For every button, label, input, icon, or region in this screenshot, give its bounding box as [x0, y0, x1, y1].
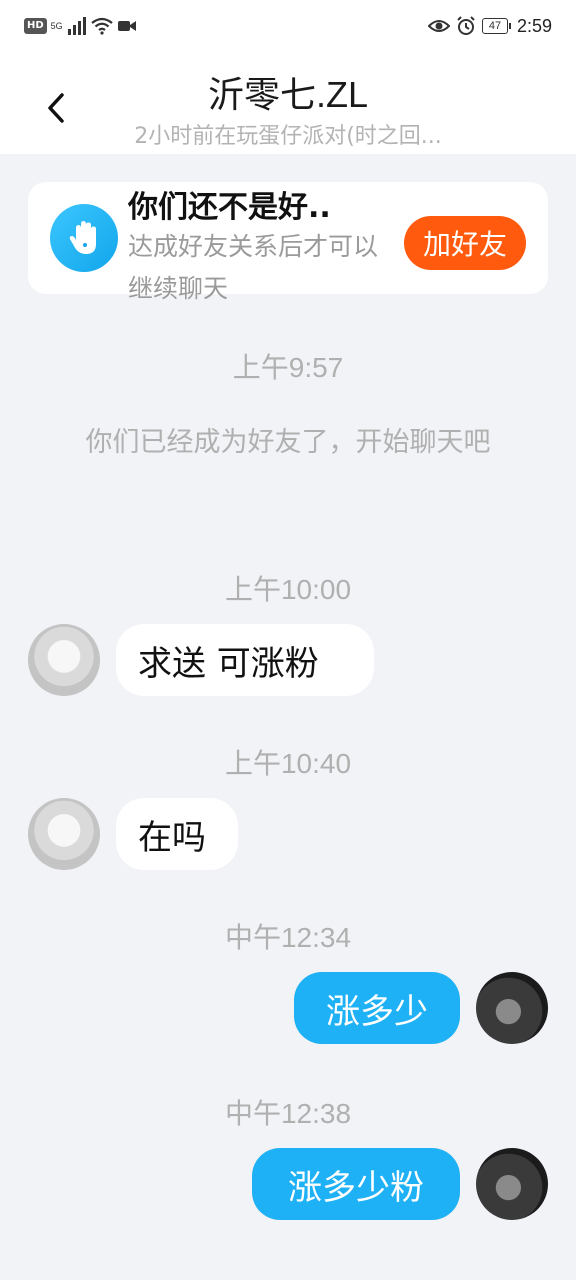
message-text: 涨多少 — [326, 991, 428, 1032]
add-friend-button[interactable]: 加好友 — [404, 216, 526, 270]
message-text: 在吗 — [138, 817, 206, 858]
message-timestamp: 中午12:34 — [224, 922, 352, 953]
video-camera-icon — [117, 21, 136, 31]
contact-name[interactable]: 沂零七.ZL — [0, 66, 576, 118]
message-text: 涨多少粉 — [288, 1167, 424, 1208]
battery-level: 47 — [481, 18, 508, 34]
incoming-message[interactable]: 在吗 — [116, 798, 238, 870]
contact-avatar[interactable] — [28, 798, 100, 870]
battery-icon: 47 — [481, 18, 511, 34]
wave-hand-icon — [50, 204, 118, 272]
message-timestamp: 上午10:40 — [224, 748, 352, 779]
hd-badge: HD — [24, 18, 47, 34]
status-right: 47 2:59 — [427, 14, 552, 38]
status-left: HD 5G — [24, 14, 137, 38]
alarm-icon — [457, 16, 475, 35]
contact-status: 2小时前在玩蛋仔派对(时之回... — [134, 124, 442, 149]
user-avatar[interactable] — [476, 972, 548, 1044]
contact-avatar[interactable] — [28, 624, 100, 696]
chat-header: 沂零七.ZL 2小时前在玩蛋仔派对(时之回... — [0, 54, 576, 154]
status-clock: 2:59 — [516, 15, 552, 36]
wifi-icon — [91, 17, 113, 35]
system-message: 你们已经成为好友了，开始聊天吧 — [85, 427, 491, 458]
message-timestamp: 上午10:00 — [224, 574, 352, 605]
friend-request-card: 你们还不是好.. 达成好友关系后才可以继续聊天 加好友 — [28, 182, 548, 303]
eye-icon — [427, 20, 450, 32]
message-timestamp: 上午9:57 — [232, 352, 344, 383]
signal-icon — [67, 17, 86, 35]
outgoing-message[interactable]: 涨多少粉 — [252, 1148, 460, 1220]
message-text: 求送 可涨粉 — [138, 643, 319, 684]
network-5g-icon: 5G — [50, 21, 63, 31]
outgoing-message[interactable]: 涨多少 — [294, 972, 460, 1044]
friend-card-description: 达成好友关系后才可以继续聊天 — [128, 232, 379, 303]
status-bar: HD 5G 47 2:59 — [0, 0, 576, 54]
friend-card-title: 你们还不是好.. — [128, 190, 331, 225]
incoming-message[interactable]: 求送 可涨粉 — [116, 624, 374, 696]
message-timestamp: 中午12:38 — [224, 1098, 352, 1129]
user-avatar[interactable] — [476, 1148, 548, 1220]
